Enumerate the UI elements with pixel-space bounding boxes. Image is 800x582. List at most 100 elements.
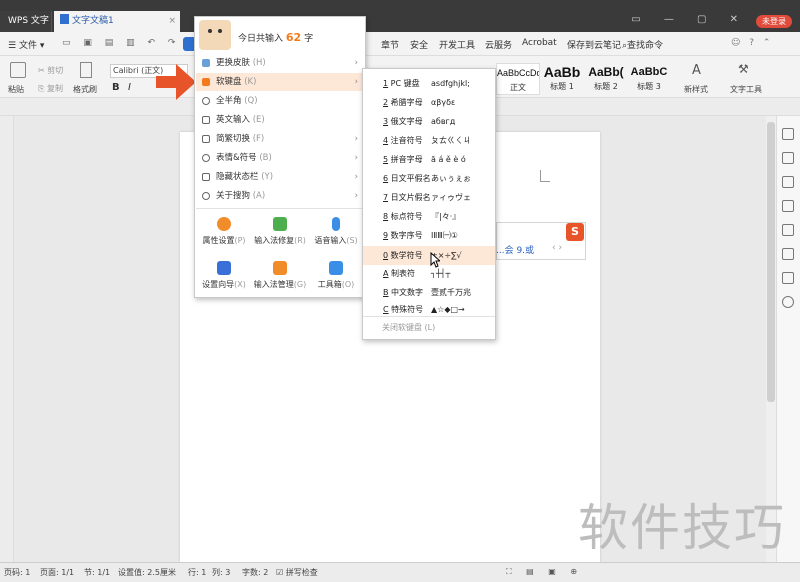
soft-keyboard-item[interactable]: 5 拼音字母 ā á ě è ó <box>363 150 495 169</box>
soft-keyboard-item[interactable]: 6 日文平假名 あぃぅぇぉ <box>363 169 495 188</box>
grid-settings-label: 属性设置 <box>202 236 235 245</box>
ime-item-about-hotkey: (A) <box>252 191 266 201</box>
gear-icon <box>217 217 231 231</box>
ime-item-emoji-label: 表情&符号 <box>216 153 257 163</box>
soft-keyboard-item-key: 6 <box>383 174 389 183</box>
soft-keyboard-item-label: 希腊字母 <box>390 98 423 107</box>
divider <box>196 208 364 209</box>
soft-keyboard-item-key: B <box>383 288 389 297</box>
smiley-icon <box>202 154 210 162</box>
soft-keyboard-item-sample: あぃぅぇぉ <box>431 174 471 183</box>
ime-item-emoji-hotkey: (B) <box>259 153 272 163</box>
question-icon <box>202 192 210 200</box>
soft-keyboard-item-label: 标点符号 <box>390 212 423 221</box>
avatar <box>199 20 231 50</box>
ime-item-trad-simp[interactable]: 简繁切换 (F) › <box>196 130 364 148</box>
soft-keyboard-item-label: 制表符 <box>391 269 416 278</box>
close-soft-keyboard[interactable]: 关闭软键盘 (L) <box>382 322 435 333</box>
soft-keyboard-item-key: 8 <box>383 212 389 221</box>
repair-icon <box>273 217 287 231</box>
grid-settings-hotkey: (P) <box>234 236 246 245</box>
soft-keyboard-item-sample: asdfghjkl; <box>431 79 470 88</box>
soft-keyboard-item-sample: ㄆㄊㄍㄑㄐ <box>431 136 471 145</box>
soft-keyboard-item[interactable]: 9 数字序号 ⅠⅡⅢ㈠① <box>363 226 495 245</box>
grid-manager-label: 输入法管理 <box>253 280 294 289</box>
ime-item-about[interactable]: 关于搜狗 (A) › <box>196 187 364 205</box>
soft-keyboard-item-key: 4 <box>383 136 389 145</box>
trad-simp-icon <box>202 135 210 143</box>
ime-item-full-half-label: 全半角 <box>216 96 242 106</box>
ime-item-english-hotkey: (E) <box>252 115 265 125</box>
chevron-right-icon: › <box>354 153 358 163</box>
soft-keyboard-item-sample: абвгд <box>431 117 456 126</box>
grid-repair-label: 输入法修复 <box>254 236 295 245</box>
manager-icon <box>273 261 287 275</box>
today-input-count: 今日共输入 62 字 <box>238 31 313 44</box>
soft-keyboard-item-label: PC 键盘 <box>390 79 420 88</box>
ime-item-hide-status-hotkey: (Y) <box>261 172 274 182</box>
soft-keyboard-item-key: C <box>383 305 389 314</box>
soft-keyboard-item-key: 1 <box>383 79 389 88</box>
soft-keyboard-item[interactable]: 8 标点符号 『|々·』 <box>363 207 495 226</box>
soft-keyboard-item-key: 5 <box>383 155 389 164</box>
ime-item-about-label: 关于搜狗 <box>216 191 251 201</box>
ime-item-skin[interactable]: 更换皮肤 (H) › <box>196 54 364 72</box>
grid-wizard-hotkey: (X) <box>234 280 246 289</box>
today-count: 62 <box>285 31 302 44</box>
moon-icon <box>202 97 210 105</box>
ime-item-skin-label: 更换皮肤 <box>216 58 251 68</box>
grid-toolbox[interactable]: 工具箱(O) <box>308 256 364 300</box>
ime-item-english[interactable]: 英文输入 (E) <box>196 111 364 129</box>
grid-wizard-label: 设置向导 <box>202 280 235 289</box>
grid-manager[interactable]: 输入法管理(G) <box>252 256 308 300</box>
soft-keyboard-item-label: 数学符号 <box>390 251 423 260</box>
hide-icon <box>202 173 210 181</box>
big-pointer-arrow <box>156 64 196 100</box>
mouse-cursor <box>430 252 440 268</box>
grid-repair[interactable]: 输入法修复(R) <box>252 212 308 256</box>
soft-keyboard-item-sample: ァィゥヴェ <box>431 193 471 202</box>
ime-item-soft-keyboard-label: 软键盘 <box>216 77 242 87</box>
soft-keyboard-item[interactable]: 1 PC 键盘 asdfghjkl; <box>363 74 495 93</box>
soft-keyboard-item-label: 数字序号 <box>390 231 423 240</box>
english-icon <box>202 116 210 124</box>
grid-voice[interactable]: 语音输入(S) <box>308 212 364 256</box>
ime-item-trad-simp-hotkey: (F) <box>252 134 265 144</box>
flag-icon <box>217 261 231 275</box>
ime-item-full-half[interactable]: 全半角 (Q) <box>196 92 364 110</box>
shirt-icon <box>202 59 210 67</box>
soft-keyboard-item[interactable]: 3 俄文字母 абвгд <box>363 112 495 131</box>
soft-keyboard-item-label: 拼音字母 <box>390 155 423 164</box>
ime-item-full-half-hotkey: (Q) <box>244 96 258 106</box>
microphone-icon <box>332 217 340 231</box>
soft-keyboard-item-key: A <box>383 269 389 278</box>
soft-keyboard-item-sample: ā á ě è ó <box>431 155 466 164</box>
chevron-right-icon: › <box>354 58 358 68</box>
soft-keyboard-item[interactable]: A 制表符 ┐┼┤┬ <box>363 264 495 283</box>
grid-toolbox-label: 工具箱 <box>317 280 342 289</box>
ime-item-emoji[interactable]: 表情&符号 (B) › <box>196 149 364 167</box>
soft-keyboard-item-label: 特殊符号 <box>391 305 424 314</box>
soft-keyboard-item-sample: ⅠⅡⅢ㈠① <box>431 231 458 240</box>
soft-keyboard-item[interactable]: 2 希腊字母 αβγδε <box>363 93 495 112</box>
grid-voice-label: 语音输入 <box>314 236 347 245</box>
soft-keyboard-item-label: 日文片假名 <box>390 193 431 202</box>
ime-item-skin-hotkey: (H) <box>252 58 266 68</box>
soft-keyboard-item-key: 7 <box>383 193 389 202</box>
chevron-right-icon: › <box>354 172 358 182</box>
soft-keyboard-item-label: 中文数字 <box>391 288 424 297</box>
grid-wizard[interactable]: 设置向导(X) <box>196 256 252 300</box>
keyboard-icon <box>202 78 210 86</box>
ime-item-hide-status[interactable]: 隐藏状态栏 (Y) › <box>196 168 364 186</box>
soft-keyboard-item-label: 日文平假名 <box>390 174 431 183</box>
soft-keyboard-item-label: 俄文字母 <box>390 117 423 126</box>
chevron-right-icon: › <box>354 134 358 144</box>
ime-item-soft-keyboard[interactable]: 软键盘 (K) › <box>196 73 364 91</box>
today-label: 今日共输入 <box>238 34 284 44</box>
soft-keyboard-item[interactable]: 7 日文片假名 ァィゥヴェ <box>363 188 495 207</box>
ime-item-english-label: 英文输入 <box>216 115 251 125</box>
grid-settings[interactable]: 属性设置(P) <box>196 212 252 256</box>
soft-keyboard-item[interactable]: 4 注音符号 ㄆㄊㄍㄑㄐ <box>363 131 495 150</box>
soft-keyboard-item[interactable]: 0 数学符号 ±×÷∑√ <box>363 246 495 265</box>
soft-keyboard-item-key: 3 <box>383 117 389 126</box>
